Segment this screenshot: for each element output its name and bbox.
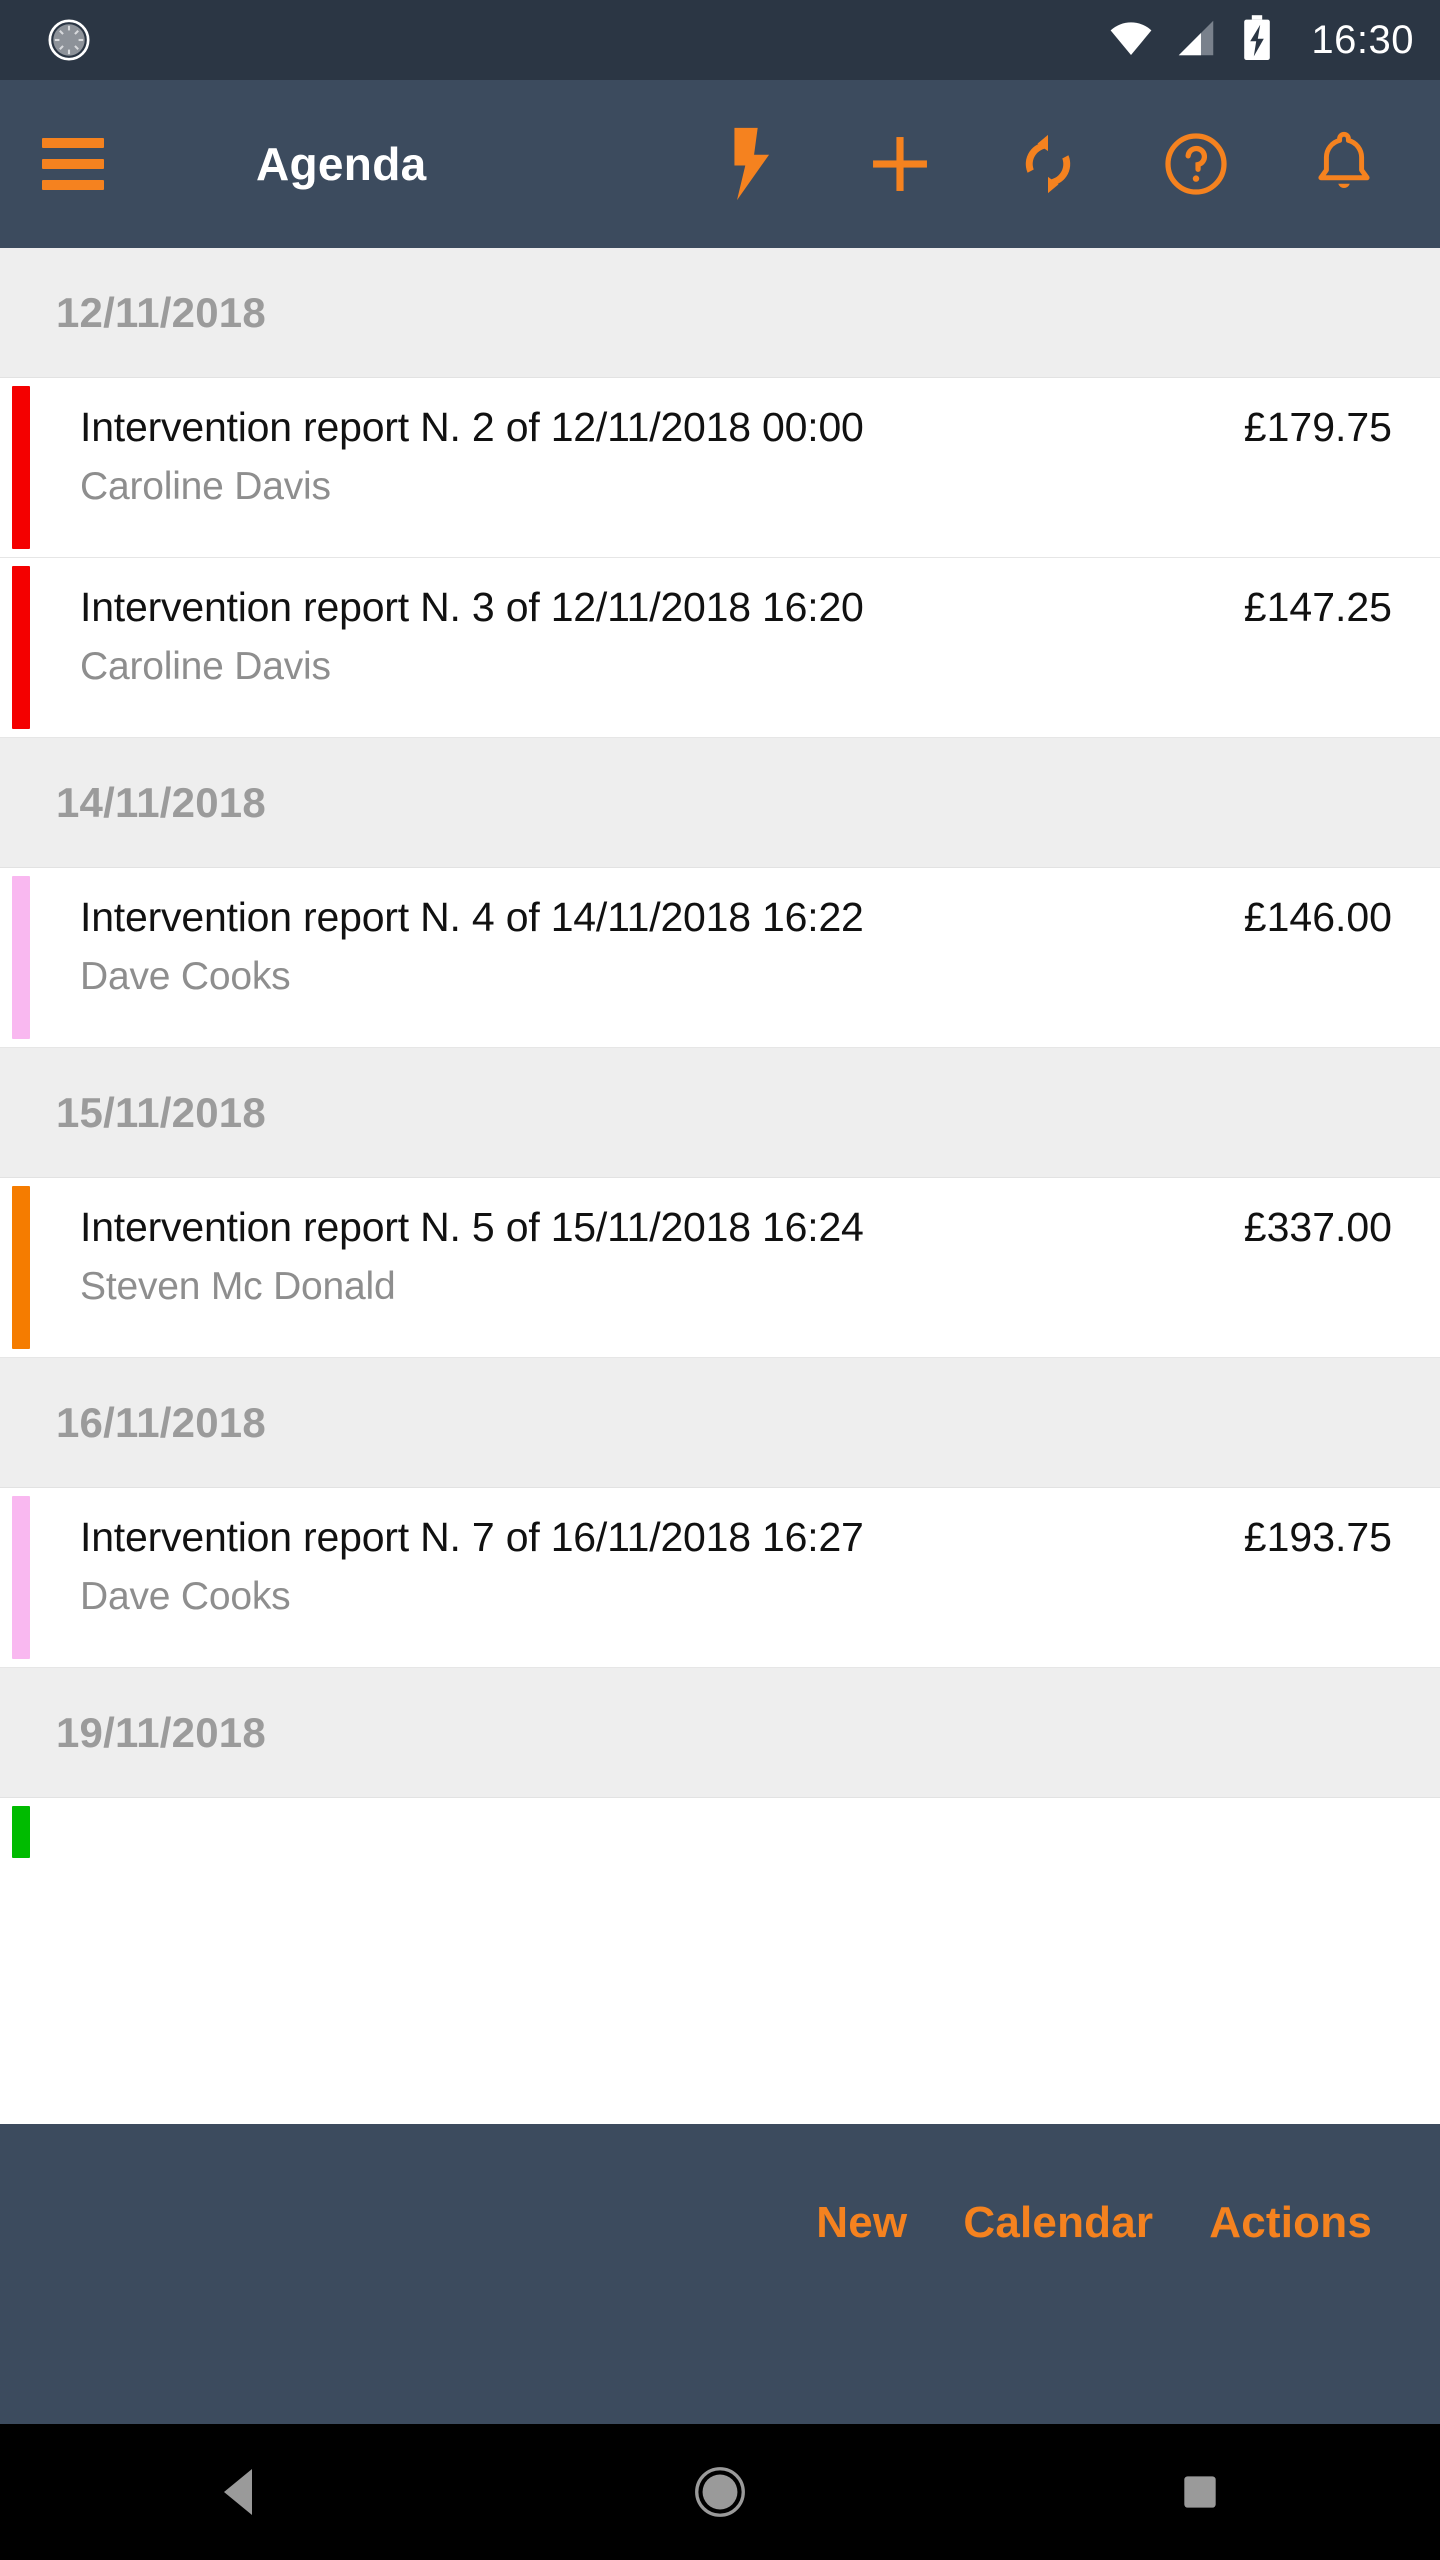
agenda-item-header: Intervention report N. 3 of 12/11/2018 1… [80, 584, 1440, 631]
page-title: Agenda [256, 138, 427, 190]
agenda-item-body: Intervention report N. 4 of 14/11/2018 1… [30, 868, 1440, 1047]
agenda-item-subtitle: Caroline Davis [80, 465, 331, 508]
date-header-label: 15/11/2018 [56, 1088, 266, 1136]
recents-square-icon[interactable] [1120, 2424, 1280, 2560]
agenda-item-amount: £337.00 [1243, 1204, 1392, 1250]
status-bar-right: 16:30 [1107, 14, 1414, 67]
status-stripe [12, 1496, 30, 1659]
agenda-list[interactable]: 12/11/2018 Intervention report N. 2 of 1… [0, 248, 1440, 2124]
app-bar: Agenda [0, 80, 1440, 248]
date-header-label: 14/11/2018 [56, 778, 266, 826]
agenda-item-amount: £193.75 [1243, 1514, 1392, 1560]
agenda-item[interactable]: Intervention report N. 4 of 14/11/2018 1… [0, 868, 1440, 1048]
date-header: 15/11/2018 [0, 1048, 1440, 1178]
flash-icon[interactable] [678, 90, 826, 238]
agenda-item[interactable] [0, 1798, 1440, 1858]
status-stripe [12, 566, 30, 729]
status-bar-left [46, 17, 92, 63]
agenda-item-header: Intervention report N. 7 of 16/11/2018 1… [80, 1514, 1440, 1561]
agenda-item[interactable]: Intervention report N. 3 of 12/11/2018 1… [0, 558, 1440, 738]
agenda-item-amount: £179.75 [1243, 404, 1392, 450]
agenda-item-title: Intervention report N. 5 of 15/11/2018 1… [80, 1204, 864, 1250]
status-stripe [12, 386, 30, 549]
hamburger-bar [42, 138, 104, 148]
wifi-icon [1107, 14, 1155, 67]
date-header-label: 19/11/2018 [56, 1708, 266, 1756]
hamburger-bar [42, 159, 104, 169]
agenda-item-amount: £147.25 [1243, 584, 1392, 630]
agenda-item-header: Intervention report N. 5 of 15/11/2018 1… [80, 1204, 1440, 1251]
agenda-item-body [30, 1798, 1440, 1858]
agenda-item-subtitle: Steven Mc Donald [80, 1265, 396, 1308]
bell-icon[interactable] [1270, 90, 1418, 238]
calendar-button[interactable]: Calendar [935, 2198, 1181, 2248]
sync-icon[interactable] [974, 90, 1122, 238]
status-bar-clock: 16:30 [1311, 18, 1414, 62]
status-stripe [12, 1806, 30, 1858]
status-stripe [12, 1186, 30, 1349]
agenda-item-body: Intervention report N. 7 of 16/11/2018 1… [30, 1488, 1440, 1667]
actions-button[interactable]: Actions [1181, 2198, 1400, 2248]
agenda-item-subtitle: Dave Cooks [80, 955, 291, 998]
plus-icon[interactable] [826, 90, 974, 238]
bottom-action-bar: New Calendar Actions [0, 2124, 1440, 2424]
back-triangle-icon[interactable] [160, 2424, 320, 2560]
agenda-item-amount: £146.00 [1243, 894, 1392, 940]
help-icon[interactable] [1122, 90, 1270, 238]
date-header: 14/11/2018 [0, 738, 1440, 868]
date-header-label: 12/11/2018 [56, 288, 266, 336]
agenda-item-title: Intervention report N. 3 of 12/11/2018 1… [80, 584, 864, 630]
new-button[interactable]: New [788, 2198, 935, 2248]
home-circle-icon[interactable] [640, 2424, 800, 2560]
date-header: 12/11/2018 [0, 248, 1440, 378]
hamburger-menu-icon[interactable] [42, 138, 104, 190]
agenda-item-body: Intervention report N. 2 of 12/11/2018 0… [30, 378, 1440, 557]
agenda-item-title: Intervention report N. 2 of 12/11/2018 0… [80, 404, 864, 450]
cellular-signal-icon [1173, 15, 1219, 66]
hamburger-bar [42, 180, 104, 190]
agenda-item-header: Intervention report N. 4 of 14/11/2018 1… [80, 894, 1440, 941]
battery-charging-icon [1237, 14, 1277, 67]
agenda-item[interactable]: Intervention report N. 7 of 16/11/2018 1… [0, 1488, 1440, 1668]
mobile-screen: 16:30 Agenda 12/11/2018 Intervention rep… [0, 0, 1440, 2560]
agenda-item-title: Intervention report N. 4 of 14/11/2018 1… [80, 894, 864, 940]
date-header: 16/11/2018 [0, 1358, 1440, 1488]
android-navigation-bar [0, 2424, 1440, 2560]
agenda-item[interactable]: Intervention report N. 2 of 12/11/2018 0… [0, 378, 1440, 558]
agenda-item-subtitle: Caroline Davis [80, 645, 331, 688]
status-bar: 16:30 [0, 0, 1440, 80]
spinner-icon [46, 17, 92, 63]
app-bar-actions [678, 90, 1418, 238]
agenda-item-body: Intervention report N. 5 of 15/11/2018 1… [30, 1178, 1440, 1357]
date-header-label: 16/11/2018 [56, 1398, 266, 1446]
agenda-item-header: Intervention report N. 2 of 12/11/2018 0… [80, 404, 1440, 451]
agenda-item[interactable]: Intervention report N. 5 of 15/11/2018 1… [0, 1178, 1440, 1358]
date-header: 19/11/2018 [0, 1668, 1440, 1798]
agenda-item-subtitle: Dave Cooks [80, 1575, 291, 1618]
status-stripe [12, 876, 30, 1039]
agenda-item-body: Intervention report N. 3 of 12/11/2018 1… [30, 558, 1440, 737]
agenda-item-title: Intervention report N. 7 of 16/11/2018 1… [80, 1514, 864, 1560]
